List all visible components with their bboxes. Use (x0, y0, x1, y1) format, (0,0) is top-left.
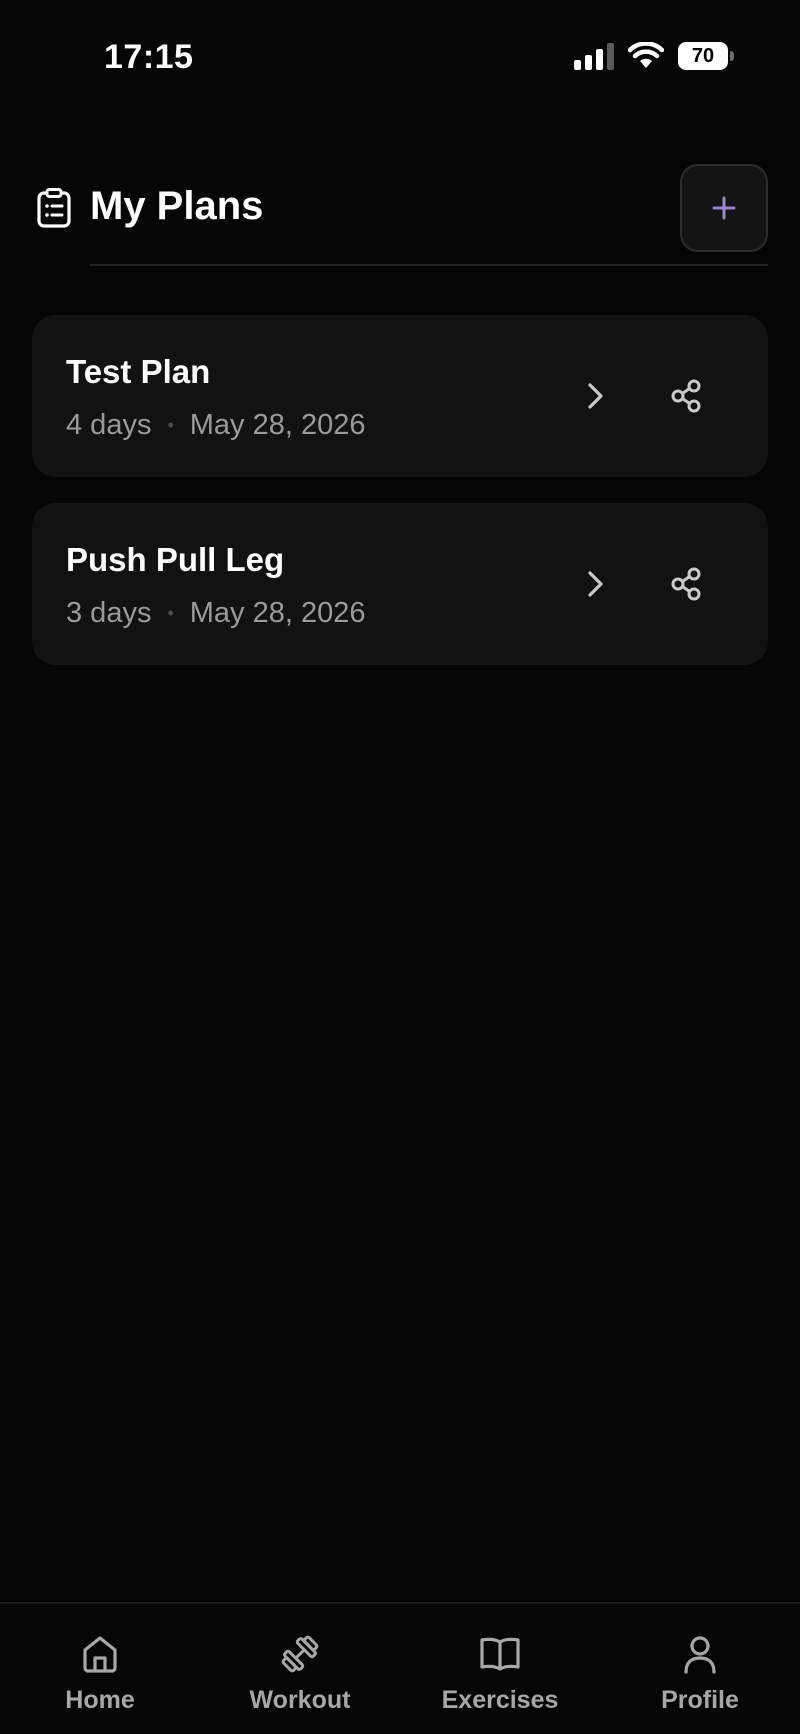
plan-card[interactable]: Push Pull Leg 3 days • May 28, 2026 (32, 503, 768, 665)
wifi-icon (628, 42, 664, 68)
plan-name: Push Pull Leg (66, 541, 285, 578)
header-divider (90, 264, 768, 266)
meta-separator: • (167, 603, 174, 623)
plan-days: 4 days (66, 409, 152, 441)
book-open-icon (480, 1637, 520, 1671)
nav-item-exercises[interactable]: Exercises (400, 1604, 600, 1734)
page-title: My Plans (90, 184, 264, 228)
chevron-right-icon (588, 383, 603, 409)
home-icon (83, 1636, 117, 1673)
plan-date: May 28, 2026 (189, 409, 366, 441)
plan-card[interactable]: Test Plan 4 days • May 28, 2026 (32, 315, 768, 477)
page-header: My Plans (32, 162, 768, 254)
nav-label: Workout (249, 1686, 351, 1714)
nav-label: Home (65, 1686, 135, 1714)
share-icon (671, 379, 701, 413)
plan-date: May 28, 2026 (189, 597, 366, 629)
share-icon (671, 567, 701, 601)
nav-item-home[interactable]: Home (0, 1604, 200, 1734)
status-time: 17:15 (104, 38, 194, 76)
signal-icon (574, 42, 614, 70)
status-bar: 17:15 70 (0, 0, 800, 120)
chevron-right-icon (588, 571, 603, 597)
battery-icon: 70 (678, 42, 734, 70)
add-plan-button[interactable] (680, 164, 768, 252)
user-icon (684, 1636, 716, 1674)
share-plan-button[interactable] (662, 559, 712, 609)
clipboard-list-icon (37, 188, 71, 228)
plus-icon (712, 196, 736, 220)
nav-item-profile[interactable]: Profile (600, 1604, 800, 1734)
nav-label: Profile (661, 1686, 739, 1714)
plans-list: Test Plan 4 days • May 28, 2026 Push Pul… (32, 315, 768, 691)
nav-label: Exercises (441, 1686, 559, 1714)
battery-level: 70 (678, 42, 728, 70)
plan-meta: 3 days • May 28, 2026 (66, 597, 366, 630)
open-plan-button[interactable] (570, 559, 620, 609)
plan-name: Test Plan (66, 353, 211, 390)
status-indicators: 70 (574, 42, 734, 70)
plans-screen: 17:15 70 My Plans Test Plan 4 days • May… (0, 0, 800, 1734)
nav-item-workout[interactable]: Workout (200, 1604, 400, 1734)
share-plan-button[interactable] (662, 371, 712, 421)
meta-separator: • (167, 415, 174, 435)
bottom-nav: Home Workout Exercises Profile (0, 1602, 800, 1734)
dumbbell-icon (281, 1635, 319, 1673)
plan-meta: 4 days • May 28, 2026 (66, 409, 366, 442)
open-plan-button[interactable] (570, 371, 620, 421)
plan-days: 3 days (66, 597, 152, 629)
